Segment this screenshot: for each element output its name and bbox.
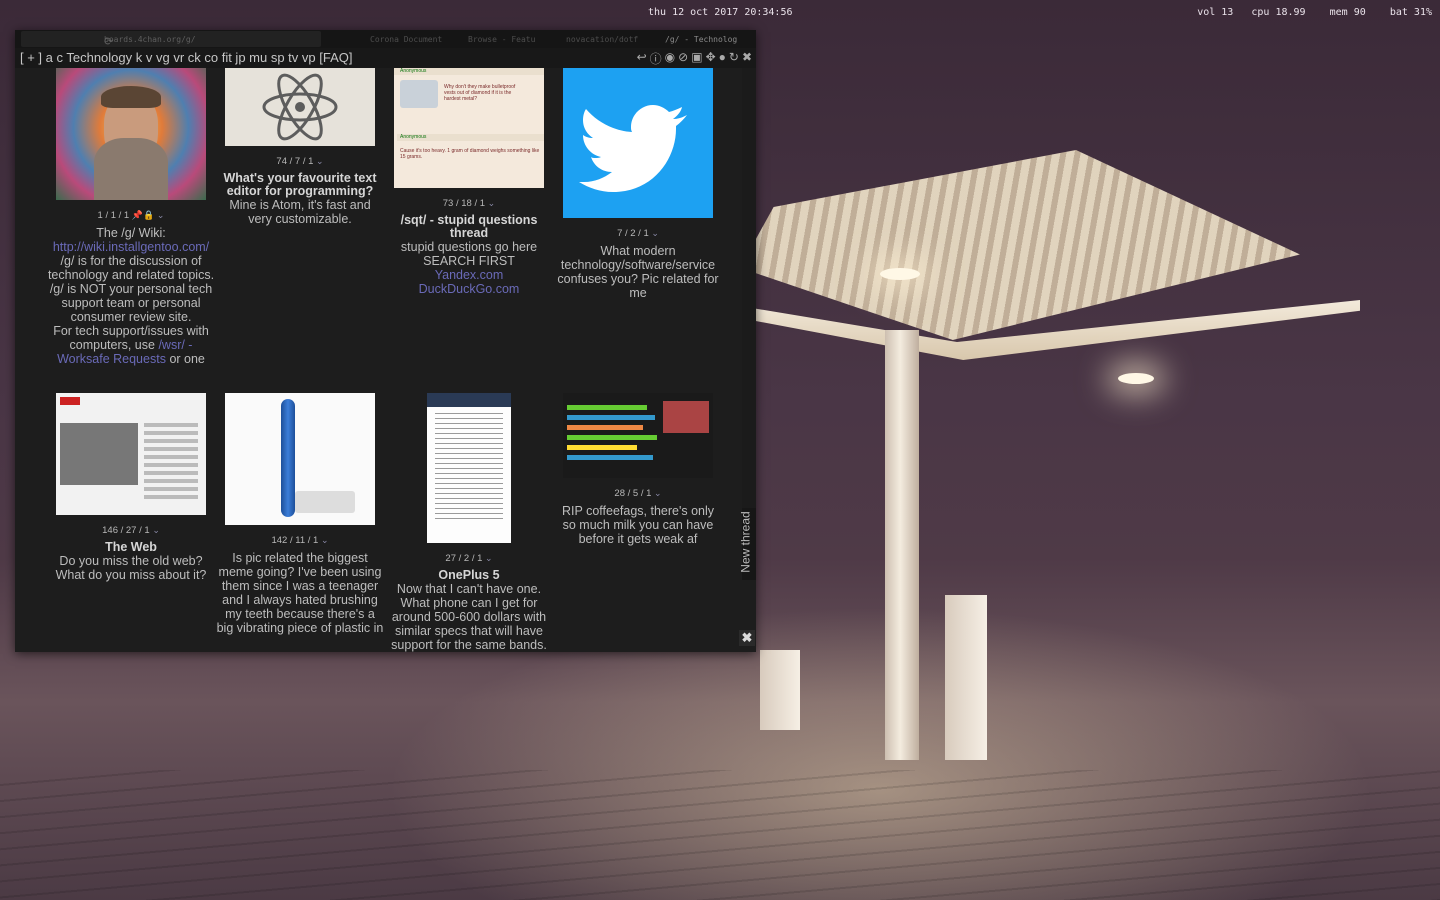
settings-icon[interactable]: ✖: [742, 50, 752, 67]
expand-icon[interactable]: ✥: [706, 50, 716, 67]
back-icon[interactable]: ↩: [637, 50, 647, 67]
tab-2[interactable]: Browse - Featu: [468, 35, 550, 44]
chevron-down-icon[interactable]: ⌄: [157, 210, 165, 220]
thread-thumbnail[interactable]: [427, 393, 511, 543]
tab-1[interactable]: Corona Document: [370, 35, 452, 44]
thread-body: Do you miss the old web? What do you mis…: [55, 554, 207, 582]
canopy-lamp: [880, 268, 920, 280]
thread-title: OnePlus 5: [438, 568, 500, 582]
scrollbar[interactable]: [742, 68, 756, 508]
reload-icon[interactable]: ⟳: [104, 35, 113, 48]
thread-body: Mine is Atom, it's fast and very customi…: [229, 198, 371, 226]
thread-stats: 1 / 1 / 1 📌🔒 ⌄: [97, 210, 165, 221]
thread-thumbnail[interactable]: [563, 68, 713, 218]
browser-window: boards.4chan.org/g/ ⟳ Corona Document Br…: [15, 30, 756, 652]
image-icon[interactable]: ▣: [691, 50, 702, 67]
status-bar: thu 12 oct 2017 20:34:56 vol 13 cpu 18.9…: [0, 0, 1440, 24]
thread-body: stupid questions go here SEARCH FIRST Ya…: [400, 240, 538, 296]
chevron-down-icon[interactable]: ⌄: [488, 198, 496, 208]
pavement: [0, 770, 1440, 900]
thread-body: RIP coffeefags, there's only so much mil…: [561, 504, 714, 546]
toolbar-icons: ↩ ⓘ ◉ ⊘ ▣ ✥ ● ↻ ✖: [637, 50, 752, 67]
tab-bar: boards.4chan.org/g/ ⟳ Corona Document Br…: [15, 30, 756, 48]
system-stats: vol 13 cpu 18.99 mem 90 bat 31%: [1197, 7, 1432, 18]
tab-3[interactable]: novacation/dotf: [566, 35, 648, 44]
thread-card[interactable]: 1 / 1 / 1 📌🔒 ⌄ The /g/ Wiki: http://wiki…: [47, 68, 215, 366]
pin-lock-icon: 📌🔒: [131, 210, 155, 220]
refresh-icon[interactable]: ↻: [729, 50, 739, 67]
thread-stats: 27 / 2 / 1 ⌄: [445, 553, 493, 564]
board-navbar: [ + ] a c Technology k v vg vr ck co fit…: [15, 48, 756, 68]
atom-icon: [262, 73, 338, 141]
clock: thu 12 oct 2017 20:34:56: [648, 7, 793, 18]
board-list[interactable]: [ + ] a c Technology k v vg vr ck co fit…: [20, 50, 352, 65]
thread-thumbnail[interactable]: [225, 393, 375, 525]
compass-icon[interactable]: ⊘: [678, 50, 688, 67]
thread-card[interactable]: 27 / 2 / 1 ⌄ OnePlus 5 Now that I can't …: [385, 393, 553, 652]
chevron-down-icon[interactable]: ⌄: [321, 535, 329, 545]
close-icon[interactable]: ✖: [739, 630, 755, 646]
thread-card[interactable]: 74 / 7 / 1 ⌄ What's your favourite text …: [216, 68, 384, 226]
canopy-lamp: [1118, 373, 1154, 384]
chevron-down-icon[interactable]: ⌄: [485, 553, 493, 563]
thread-body: Now that I can't have one. What phone ca…: [391, 582, 547, 652]
fuel-pump: [945, 595, 987, 760]
thread-stats: 142 / 11 / 1 ⌄: [271, 535, 329, 546]
chevron-down-icon[interactable]: ⌄: [651, 228, 659, 238]
chat-icon[interactable]: ●: [719, 50, 726, 67]
thread-title: The Web: [105, 540, 157, 554]
thread-thumbnail[interactable]: [225, 68, 375, 146]
thread-card[interactable]: 7 / 2 / 1 ⌄ What modern technology/softw…: [554, 68, 722, 300]
chevron-down-icon[interactable]: ⌄: [316, 156, 324, 166]
duckduckgo-link[interactable]: DuckDuckGo.com: [419, 282, 520, 296]
thread-thumbnail[interactable]: [563, 393, 713, 478]
thread-card[interactable]: Anonymous Why don't they make bulletproo…: [385, 68, 553, 296]
yandex-link[interactable]: Yandex.com: [435, 268, 504, 282]
thread-thumbnail[interactable]: Anonymous Why don't they make bulletproo…: [394, 68, 544, 188]
fuel-pump: [760, 650, 800, 730]
new-thread-button[interactable]: New thread: [739, 508, 756, 580]
url-bar[interactable]: boards.4chan.org/g/ ⟳: [21, 31, 321, 48]
chevron-down-icon[interactable]: ⌄: [654, 488, 662, 498]
thread-stats: 74 / 7 / 1 ⌄: [276, 156, 324, 167]
thread-body: The /g/ Wiki: http://wiki.installgentoo.…: [47, 226, 215, 366]
url-text: boards.4chan.org/g/: [104, 35, 196, 44]
thread-title: /sqt/ - stupid questions thread: [400, 213, 538, 240]
thread-card[interactable]: 146 / 27 / 1 ⌄ The Web Do you miss the o…: [47, 393, 215, 582]
thread-stats: 146 / 27 / 1 ⌄: [102, 525, 160, 536]
chevron-down-icon[interactable]: ⌄: [152, 525, 160, 535]
thread-card[interactable]: 142 / 11 / 1 ⌄ Is pic related the bigges…: [216, 393, 384, 635]
eye-icon[interactable]: ◉: [665, 50, 675, 67]
twitter-bird-icon: [579, 105, 687, 192]
thread-body: Is pic related the biggest meme going? I…: [216, 551, 384, 635]
thread-stats: 73 / 18 / 1 ⌄: [442, 198, 496, 209]
thread-stats: 7 / 2 / 1 ⌄: [617, 228, 659, 239]
thread-card[interactable]: 28 / 5 / 1 ⌄ RIP coffeefags, there's onl…: [554, 393, 722, 546]
canopy-pillar: [885, 330, 919, 760]
catalog-grid: 1 / 1 / 1 📌🔒 ⌄ The /g/ Wiki: http://wiki…: [15, 68, 740, 652]
thread-stats: 28 / 5 / 1 ⌄: [614, 488, 662, 499]
thread-body: What modern technology/software/service …: [557, 244, 719, 300]
info-icon[interactable]: ⓘ: [650, 50, 662, 67]
tab-4[interactable]: /g/ - Technolog: [665, 35, 747, 44]
thread-thumbnail[interactable]: [56, 68, 206, 200]
wiki-link[interactable]: http://wiki.installgentoo.com/: [53, 240, 209, 254]
thread-thumbnail[interactable]: [56, 393, 206, 515]
canopy-roof: [740, 150, 1300, 340]
thread-title: What's your favourite text editor for pr…: [223, 171, 377, 198]
